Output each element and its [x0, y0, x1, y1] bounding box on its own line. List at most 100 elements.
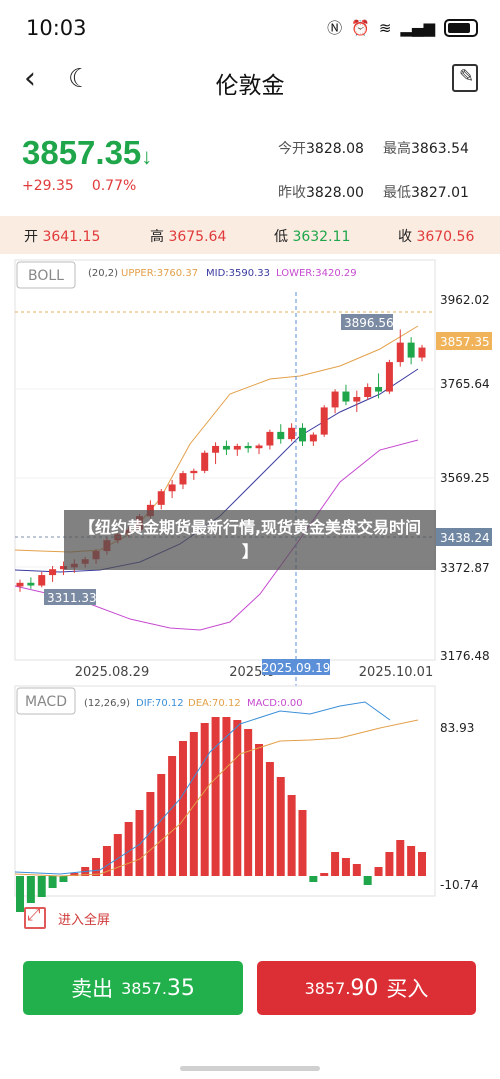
- ohlc-low: 低 3632.11: [274, 229, 351, 245]
- boll-lower: LOWER:3420.29: [276, 268, 357, 279]
- candle-body: [244, 445, 252, 449]
- macd-bar: [396, 840, 405, 876]
- current-price: 3857.35↓: [22, 134, 153, 171]
- candle-body: [418, 347, 426, 358]
- nfc-icon: Ⓝ: [327, 19, 343, 37]
- home-indicator: [180, 1066, 320, 1071]
- macd-bar: [211, 717, 220, 876]
- macd-bar: [331, 852, 340, 876]
- ohlc-high: 高 3675.64: [150, 229, 227, 245]
- candle-body: [277, 431, 285, 440]
- candle-body: [320, 407, 328, 435]
- fullscreen-icon: [24, 905, 46, 929]
- macd-bar: [146, 792, 155, 876]
- status-time: 10:03: [26, 16, 87, 40]
- price-tick-4: 3372.87: [440, 561, 490, 575]
- overlay-banner-line2: 】: [242, 542, 258, 561]
- signal-icon: ▂▄▆: [400, 18, 435, 37]
- macd-bar: [233, 720, 242, 876]
- macd-bar: [168, 756, 177, 876]
- candle-body: [157, 491, 165, 505]
- macd-bar: [298, 810, 307, 876]
- stat-open: 今开3828.08: [278, 141, 364, 157]
- buy-label: 买入: [386, 977, 429, 1001]
- boll-tag[interactable]: BOLL: [28, 268, 64, 284]
- boll-params: (20,2): [88, 268, 118, 279]
- macd-bar: [265, 762, 274, 876]
- candle-body: [49, 569, 57, 576]
- edit-icon[interactable]: [452, 64, 478, 92]
- candle-body: [364, 387, 372, 397]
- boll-mid: MID:3590.33: [206, 268, 270, 279]
- macd-bar: [418, 852, 426, 876]
- macd-params: (12,26,9): [84, 698, 130, 709]
- fullscreen-button[interactable]: 进入全屏: [24, 905, 111, 929]
- macd-bar: [48, 876, 57, 888]
- candle-body: [222, 445, 230, 450]
- chart-area[interactable]: BOLL (20,2) UPPER:3760.37 MID:3590.33 LO…: [0, 254, 500, 944]
- stat-prev-close: 昨收3828.00: [278, 185, 364, 201]
- macd-bar: [222, 717, 231, 876]
- price-tick-5: 3176.48: [440, 649, 490, 663]
- date-tick-1: 2025.08.29: [75, 665, 149, 680]
- kline-chart[interactable]: BOLL (20,2) UPPER:3760.37 MID:3590.33 LO…: [0, 254, 500, 944]
- macd-dea: DEA:70.12: [188, 698, 241, 709]
- page-title: 伦敦金: [215, 73, 285, 99]
- date-tick-3: 2025.10.01: [359, 665, 433, 680]
- sell-price-dec: 35: [166, 975, 195, 1001]
- candle-body: [309, 434, 317, 442]
- candle-body: [385, 362, 393, 392]
- change-percent: 0.77%: [91, 178, 137, 194]
- stat-high: 最高3863.54: [383, 141, 469, 157]
- stat-grid: 今开3828.08 最高3863.54 昨收3828.00 最低3827.01: [278, 138, 488, 226]
- macd-bar: [92, 858, 101, 876]
- macd-tag[interactable]: MACD: [25, 694, 67, 710]
- candle-body: [190, 470, 198, 474]
- macd-bar: [363, 876, 372, 885]
- candle-body: [407, 342, 415, 358]
- macd-bar: [26, 876, 35, 903]
- candle-body: [255, 445, 263, 449]
- candle-body: [233, 445, 241, 450]
- candle-body: [179, 473, 187, 485]
- macd-bar: [320, 873, 329, 876]
- candle-body: [331, 391, 339, 408]
- candle-body: [212, 445, 220, 453]
- crosshair-price: 3438.24: [440, 531, 490, 545]
- ohlc-bar: 开 3641.15 高 3675.64 低 3632.11 收 3670.56: [0, 216, 500, 254]
- macd-bar: [59, 876, 68, 882]
- buy-price-int: 3857.: [304, 978, 351, 998]
- macd-bar: [385, 852, 394, 876]
- buy-button[interactable]: 3857. 90 买入: [257, 961, 476, 1015]
- macd-axis-top: 83.93: [440, 721, 474, 735]
- battery-icon: [444, 18, 478, 37]
- price-tick-2: 3765.64: [440, 377, 490, 391]
- candle-body: [298, 427, 306, 442]
- macd-bar: [407, 846, 416, 876]
- sell-button[interactable]: 卖出 3857. 35: [23, 961, 243, 1015]
- candle-body: [38, 575, 46, 586]
- macd-dif: DIF:70.12: [136, 698, 184, 709]
- macd-bar: [113, 834, 122, 876]
- macd-bar: [352, 864, 361, 876]
- candle-body: [266, 431, 274, 446]
- ohlc-close: 收 3670.56: [398, 229, 475, 245]
- macd-bar: [189, 732, 198, 876]
- candle-body: [16, 582, 24, 587]
- stat-low: 最低3827.01: [383, 185, 469, 201]
- macd-bar: [374, 867, 383, 876]
- candle-body: [375, 387, 383, 392]
- macd-bar: [37, 876, 46, 897]
- macd-bar: [157, 774, 166, 876]
- status-bar: 10:03 Ⓝ ⏰ ≋ ▂▄▆: [0, 0, 500, 56]
- macd-bar: [287, 795, 296, 876]
- ohlc-open: 开 3641.15: [24, 229, 101, 245]
- macd-bar: [276, 777, 285, 876]
- macd-value: MACD:0.00: [247, 698, 303, 709]
- change-line: +29.35 0.77%: [22, 178, 136, 194]
- boll-upper: UPPER:3760.37: [121, 268, 198, 279]
- candle-body: [27, 582, 35, 586]
- status-icons: Ⓝ ⏰ ≋ ▂▄▆: [327, 17, 478, 38]
- fullscreen-label: 进入全屏: [58, 912, 111, 928]
- candle-body: [353, 396, 361, 402]
